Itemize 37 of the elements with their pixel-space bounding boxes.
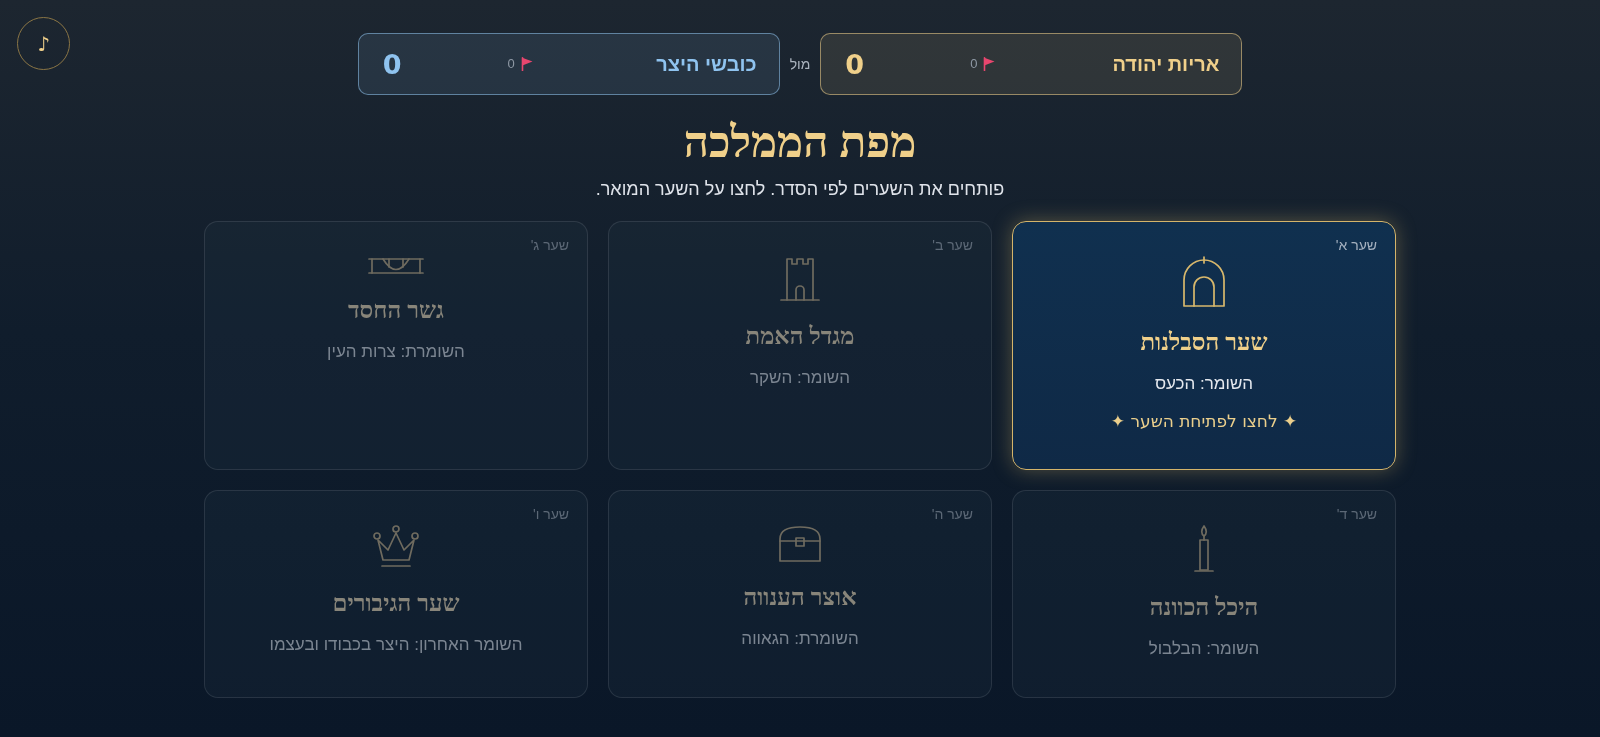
tower-icon	[780, 256, 820, 303]
page-title: מפת הממלכה	[682, 119, 918, 168]
gate-name: גשר החסד	[348, 296, 444, 325]
gate-number: שער ו'	[531, 505, 569, 524]
gate-name: היכל הכוונה	[1149, 593, 1259, 622]
team-score: 0	[845, 50, 865, 78]
gate-name: שער הגיבורים	[332, 589, 460, 618]
guardian-text: השומרת: צרות העין	[327, 341, 465, 364]
guardian-text: השומר האחרון: היצר בכבודו ובעצמו	[269, 634, 523, 657]
guardian-text: השומר: הבלבול	[1148, 638, 1260, 661]
versus-label: מול	[788, 54, 812, 74]
candle-icon	[1194, 525, 1214, 574]
flag-icon	[520, 57, 533, 71]
flag-icon	[983, 57, 996, 71]
guardian-text: השומרת: הגאווה	[741, 628, 859, 651]
open-gate-card[interactable]: שער א' שער הסבלנות השומר: הכעס ✦ לחצו לפתיחת השער ✦	[1012, 221, 1396, 471]
open-gate-hint: ✦ לחצו לפתיחת השער ✦	[1110, 410, 1298, 434]
guardian-text: השומר: הכעס	[1154, 373, 1254, 396]
gate-number: שער ה'	[930, 505, 973, 524]
gate-number: שער א'	[1334, 236, 1377, 255]
chest-icon	[778, 525, 822, 564]
flag-count: 0	[507, 55, 515, 74]
guardian-text: השומר: השקר	[749, 367, 851, 390]
bridge-icon	[368, 256, 424, 277]
gate-name: מגדל האמת	[745, 322, 855, 351]
team-name: אריות יהודה	[1112, 52, 1220, 77]
gate-name: אוצר הענווה	[743, 583, 857, 612]
arch-icon	[1182, 256, 1226, 309]
instructions-text: פותחים את השערים לפי הסדר. לחצו על השער המואר.	[594, 178, 1006, 202]
gate-number: שער ד'	[1335, 505, 1377, 524]
team-name: כובשי היצר	[656, 52, 757, 77]
gate-number: שער ב'	[931, 236, 973, 255]
crown-icon	[373, 525, 419, 570]
flag-count: 0	[970, 55, 978, 74]
gate-name: שער הסבלנות	[1140, 328, 1268, 357]
gate-number: שער ג'	[529, 236, 569, 255]
team-score: 0	[382, 50, 402, 78]
